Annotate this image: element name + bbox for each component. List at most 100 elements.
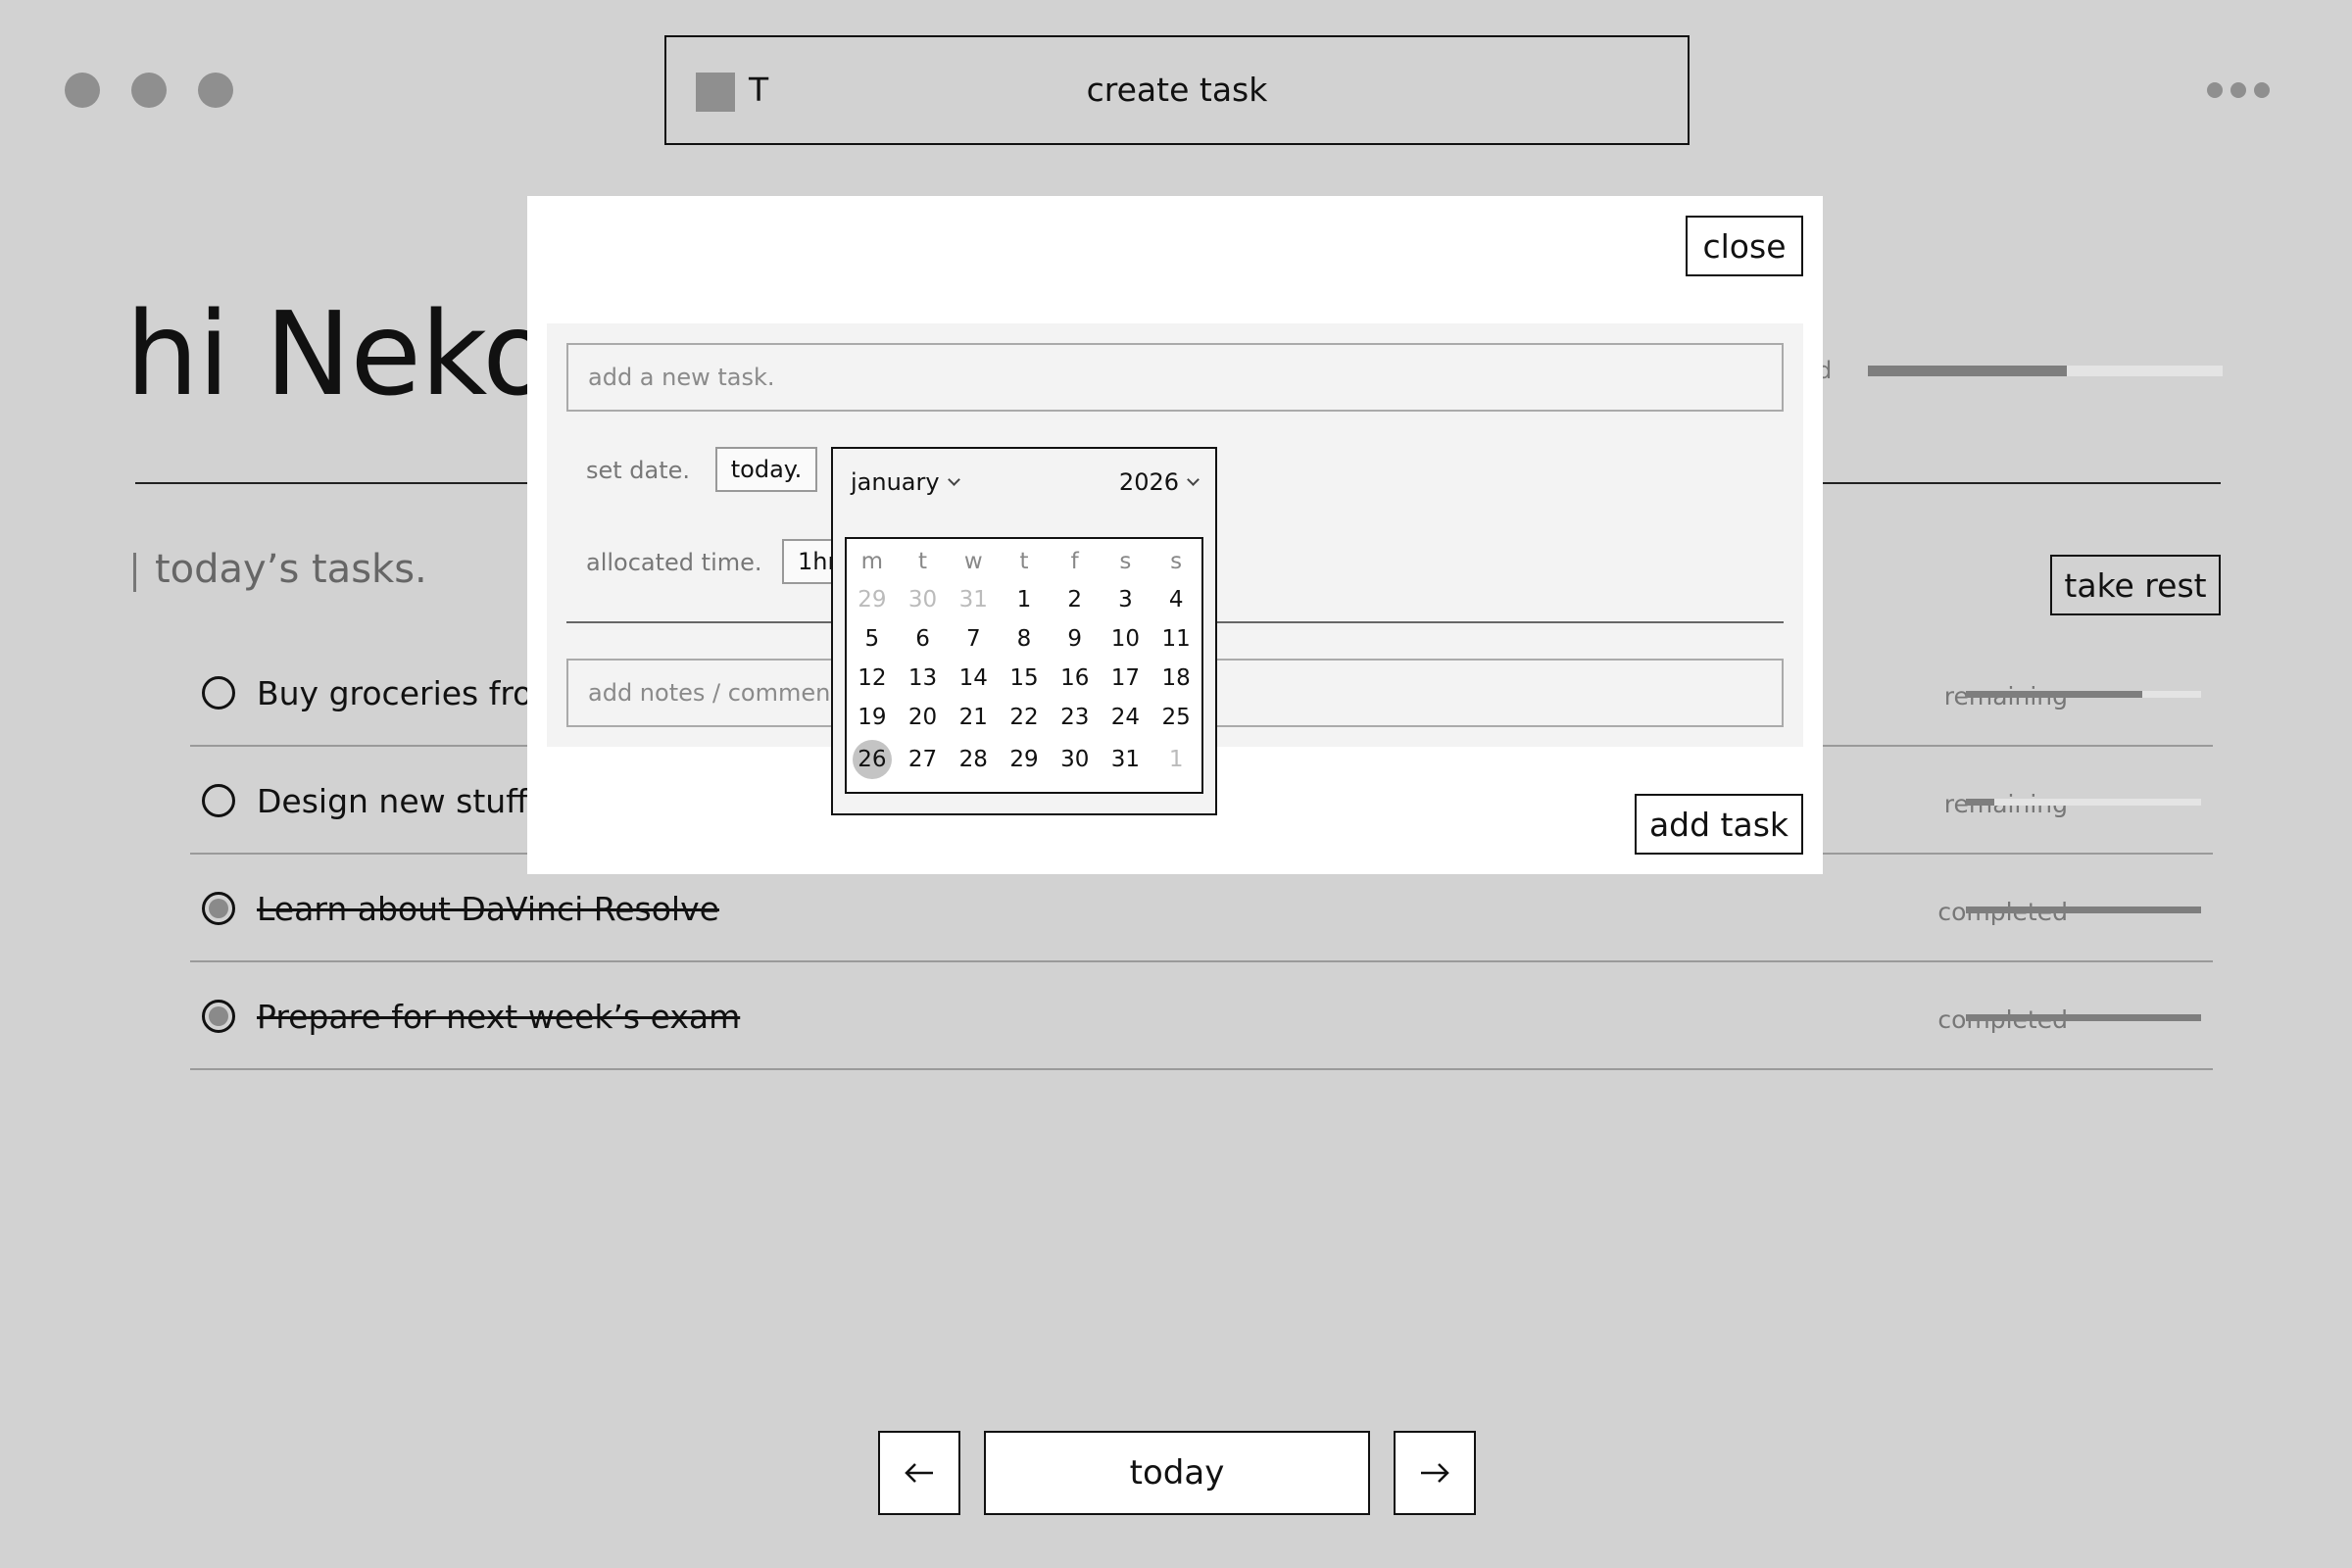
- calendar-day-number: 14: [958, 665, 988, 691]
- calendar-day[interactable]: 16: [1050, 659, 1101, 698]
- calendar-day[interactable]: 5: [847, 619, 898, 659]
- calendar-day[interactable]: 20: [898, 698, 949, 737]
- calendar-day-number: 6: [915, 626, 930, 652]
- today-button[interactable]: today: [984, 1431, 1370, 1515]
- calendar-day-number: 28: [958, 747, 988, 772]
- chevron-down-icon: [947, 472, 960, 486]
- calendar-day[interactable]: 4: [1151, 580, 1201, 619]
- task-row[interactable]: Prepare for next week’s examcompleted: [190, 962, 2213, 1070]
- calendar-day-number: 30: [1060, 747, 1090, 772]
- calendar-day[interactable]: 31: [1101, 737, 1152, 782]
- close-button[interactable]: close: [1686, 216, 1803, 276]
- calendar-day[interactable]: 8: [999, 619, 1050, 659]
- task-progress-bar: [1966, 799, 2201, 806]
- calendar-day[interactable]: 29: [999, 737, 1050, 782]
- calendar-day[interactable]: 19: [847, 698, 898, 737]
- chevron-down-icon: [1187, 472, 1200, 486]
- calendar-day-number: 29: [1009, 747, 1039, 772]
- calendar-day[interactable]: 7: [948, 619, 999, 659]
- prev-day-button[interactable]: [878, 1431, 960, 1515]
- calendar-day-number: 1: [1016, 587, 1032, 612]
- weekday-header: m: [860, 549, 884, 574]
- arrow-right-icon: [1421, 1463, 1449, 1483]
- calendar-day-number: 17: [1110, 665, 1141, 691]
- calendar-day-number: 21: [958, 705, 988, 730]
- date-picker: january 2026 m t w t f s s 29 30 31 1 2 3 4 5 6 7 8 9 10 11 1…: [831, 447, 1217, 815]
- calendar-day[interactable]: 24: [1101, 698, 1152, 737]
- calendar-day[interactable]: 31: [948, 580, 999, 619]
- weekday-header: w: [963, 549, 983, 574]
- task-checkbox[interactable]: [202, 784, 235, 817]
- window-maximize-dot[interactable]: [198, 73, 233, 108]
- calendar-day-number: 22: [1009, 705, 1039, 730]
- window-close-dot[interactable]: [65, 73, 100, 108]
- calendar-day[interactable]: 27: [898, 737, 949, 782]
- arrow-left-icon: [905, 1463, 933, 1483]
- calendar-day[interactable]: 12: [847, 659, 898, 698]
- calendar-day-number: 24: [1110, 705, 1141, 730]
- calendar-day[interactable]: 13: [898, 659, 949, 698]
- calendar-day-number: 31: [958, 587, 988, 612]
- next-day-button[interactable]: [1394, 1431, 1476, 1515]
- calendar-day-number: 27: [907, 747, 938, 772]
- task-name-input[interactable]: add a new task.: [566, 343, 1784, 412]
- weekday-header: s: [1119, 549, 1132, 574]
- calendar-day[interactable]: 1: [1151, 737, 1201, 782]
- task-progress-fill: [1966, 906, 2201, 913]
- task-progress-fill: [1966, 1014, 2201, 1021]
- calendar-day[interactable]: 14: [948, 659, 999, 698]
- date-select[interactable]: today.: [715, 447, 817, 492]
- calendar-day[interactable]: 30: [898, 580, 949, 619]
- calendar-day-number: 5: [864, 626, 880, 652]
- calendar-day[interactable]: 23: [1050, 698, 1101, 737]
- section-title: today’s tasks.: [155, 547, 427, 592]
- calendar-day[interactable]: 10: [1101, 619, 1152, 659]
- weekday-header: f: [1070, 549, 1079, 574]
- calendar-day[interactable]: 30: [1050, 737, 1101, 782]
- calendar-day-number: 29: [858, 587, 887, 612]
- task-name: Learn about DaVinci Resolve: [257, 890, 719, 928]
- title-bar: T create task: [664, 35, 1690, 145]
- calendar-day-number: 7: [965, 626, 981, 652]
- task-progress-bar: [1966, 691, 2201, 698]
- task-checkbox[interactable]: [202, 1000, 235, 1033]
- calendar-day-number: 10: [1110, 626, 1141, 652]
- calendar-day-number: 30: [907, 587, 938, 612]
- calendar-day[interactable]: 15: [999, 659, 1050, 698]
- window-title: create task: [1086, 71, 1268, 109]
- month-dropdown[interactable]: january: [851, 468, 960, 496]
- add-task-button[interactable]: add task: [1635, 794, 1803, 855]
- calendar-day[interactable]: 25: [1151, 698, 1201, 737]
- calendar-day-number: 18: [1161, 665, 1191, 691]
- calendar-day-number: 8: [1016, 626, 1032, 652]
- calendar-day[interactable]: 6: [898, 619, 949, 659]
- task-name: Design new stuff!: [257, 782, 542, 820]
- calendar-day[interactable]: 2: [1050, 580, 1101, 619]
- calendar-day[interactable]: 18: [1151, 659, 1201, 698]
- calendar-day[interactable]: 3: [1101, 580, 1152, 619]
- year-dropdown[interactable]: 2026: [1119, 468, 1200, 496]
- task-checkbox[interactable]: [202, 892, 235, 925]
- calendar-day[interactable]: 21: [948, 698, 999, 737]
- section-marker: [133, 553, 136, 592]
- task-name: Prepare for next week’s exam: [257, 998, 741, 1036]
- task-checkbox[interactable]: [202, 676, 235, 710]
- weekday-header: t: [918, 549, 928, 574]
- calendar-day[interactable]: 22: [999, 698, 1050, 737]
- calendar-day-number: 19: [858, 705, 887, 730]
- calendar-day-number: 25: [1161, 705, 1191, 730]
- calendar-day-number: 4: [1168, 587, 1184, 612]
- task-progress-bar: [1966, 1014, 2201, 1021]
- calendar-day[interactable]: 11: [1151, 619, 1201, 659]
- calendar-day[interactable]: 17: [1101, 659, 1152, 698]
- calendar-day-selected[interactable]: 26: [847, 737, 898, 782]
- window-minimize-dot[interactable]: [131, 73, 167, 108]
- calendar-day-number: 13: [907, 665, 938, 691]
- calendar-day[interactable]: 29: [847, 580, 898, 619]
- calendar-day[interactable]: 1: [999, 580, 1050, 619]
- daily-progress-bar: [1868, 366, 2223, 376]
- take-rest-button[interactable]: take rest: [2050, 555, 2221, 615]
- calendar-day[interactable]: 28: [948, 737, 999, 782]
- calendar-day-number: 20: [907, 705, 938, 730]
- calendar-day[interactable]: 9: [1050, 619, 1101, 659]
